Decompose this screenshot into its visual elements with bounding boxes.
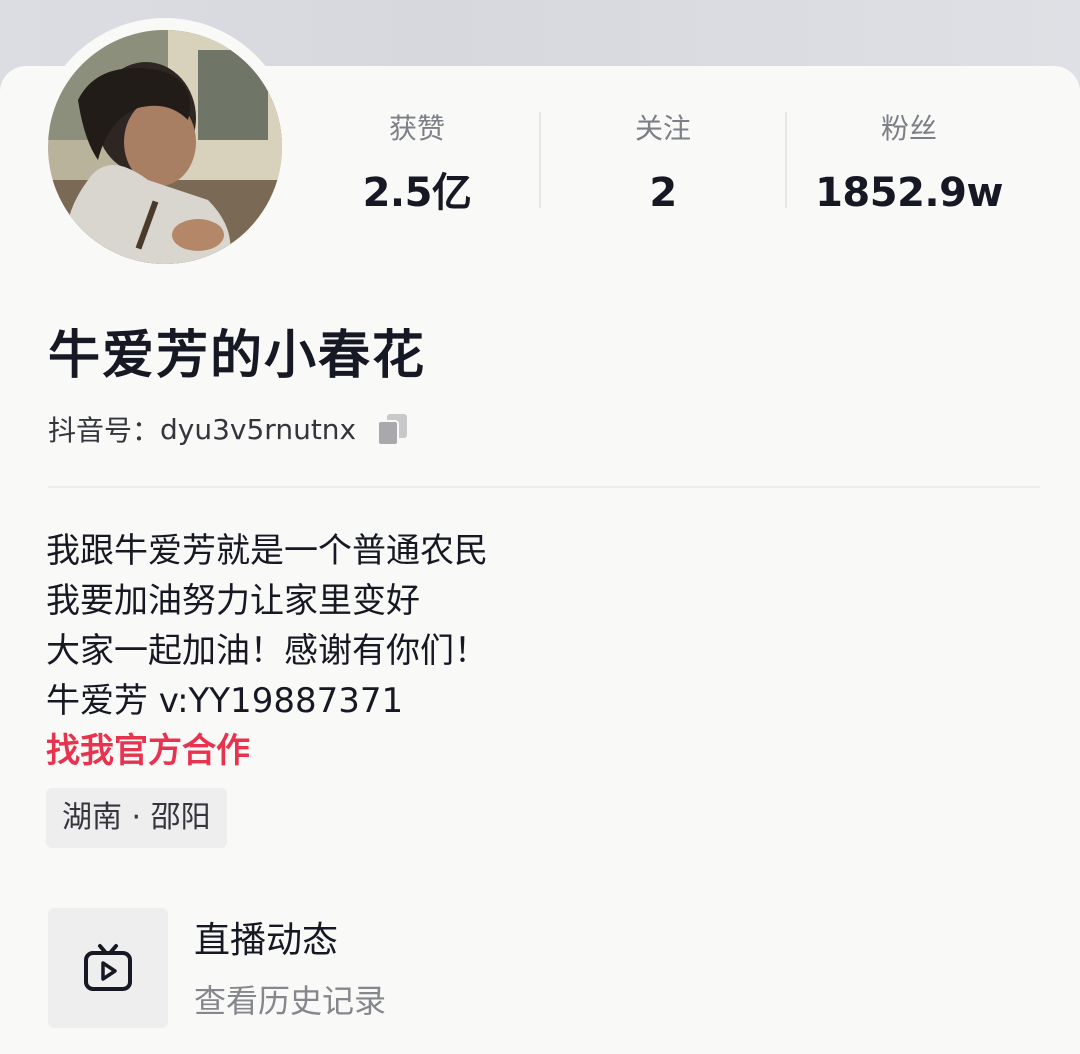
bio: 我跟牛爱芳就是一个普通农民 我要加油努力让家里变好 大家一起加油！感谢有你们！ … [46, 526, 488, 776]
stats-bar: 获赞 2.5亿 关注 2 粉丝 1852.9w [294, 100, 1080, 230]
stat-followers[interactable]: 粉丝 1852.9w [786, 100, 1032, 228]
avatar-image [48, 30, 282, 264]
live-history-entry[interactable]: 直播动态 查看历史记录 [48, 908, 648, 1028]
live-subtitle: 查看历史记录 [194, 982, 387, 1020]
stat-likes[interactable]: 获赞 2.5亿 [294, 100, 540, 228]
stat-likes-label: 获赞 [388, 112, 445, 145]
bio-line: 牛爱芳 v:YY19887371 [46, 681, 404, 721]
stat-following-label: 关注 [634, 112, 691, 145]
live-icon-box [48, 908, 168, 1028]
douyin-id-label: 抖音号： [48, 414, 161, 447]
live-title: 直播动态 [194, 920, 339, 961]
stat-likes-value: 2.5亿 [362, 170, 472, 216]
avatar[interactable] [48, 30, 282, 264]
douyin-id-row: 抖音号： dyu3v5rnutnx [48, 404, 412, 454]
nickname: 牛爱芳的小春花 [48, 326, 427, 386]
stat-following[interactable]: 关注 2 [540, 100, 786, 228]
bio-line: 大家一起加油！感谢有你们！ [46, 631, 488, 671]
cooperation-link[interactable]: 找我官方合作 [46, 726, 488, 776]
stat-followers-value: 1852.9w [815, 170, 1003, 216]
bio-line: 我跟牛爱芳就是一个普通农民 [46, 531, 488, 571]
copy-icon[interactable] [374, 410, 412, 448]
stat-followers-label: 粉丝 [880, 112, 937, 145]
bio-line: 我要加油努力让家里变好 [46, 581, 420, 621]
stat-following-value: 2 [649, 170, 677, 216]
location-tag[interactable]: 湖南 · 邵阳 [46, 788, 227, 848]
divider [48, 486, 1040, 488]
tv-play-icon [84, 944, 132, 991]
douyin-id-value: dyu3v5rnutnx [160, 412, 357, 446]
